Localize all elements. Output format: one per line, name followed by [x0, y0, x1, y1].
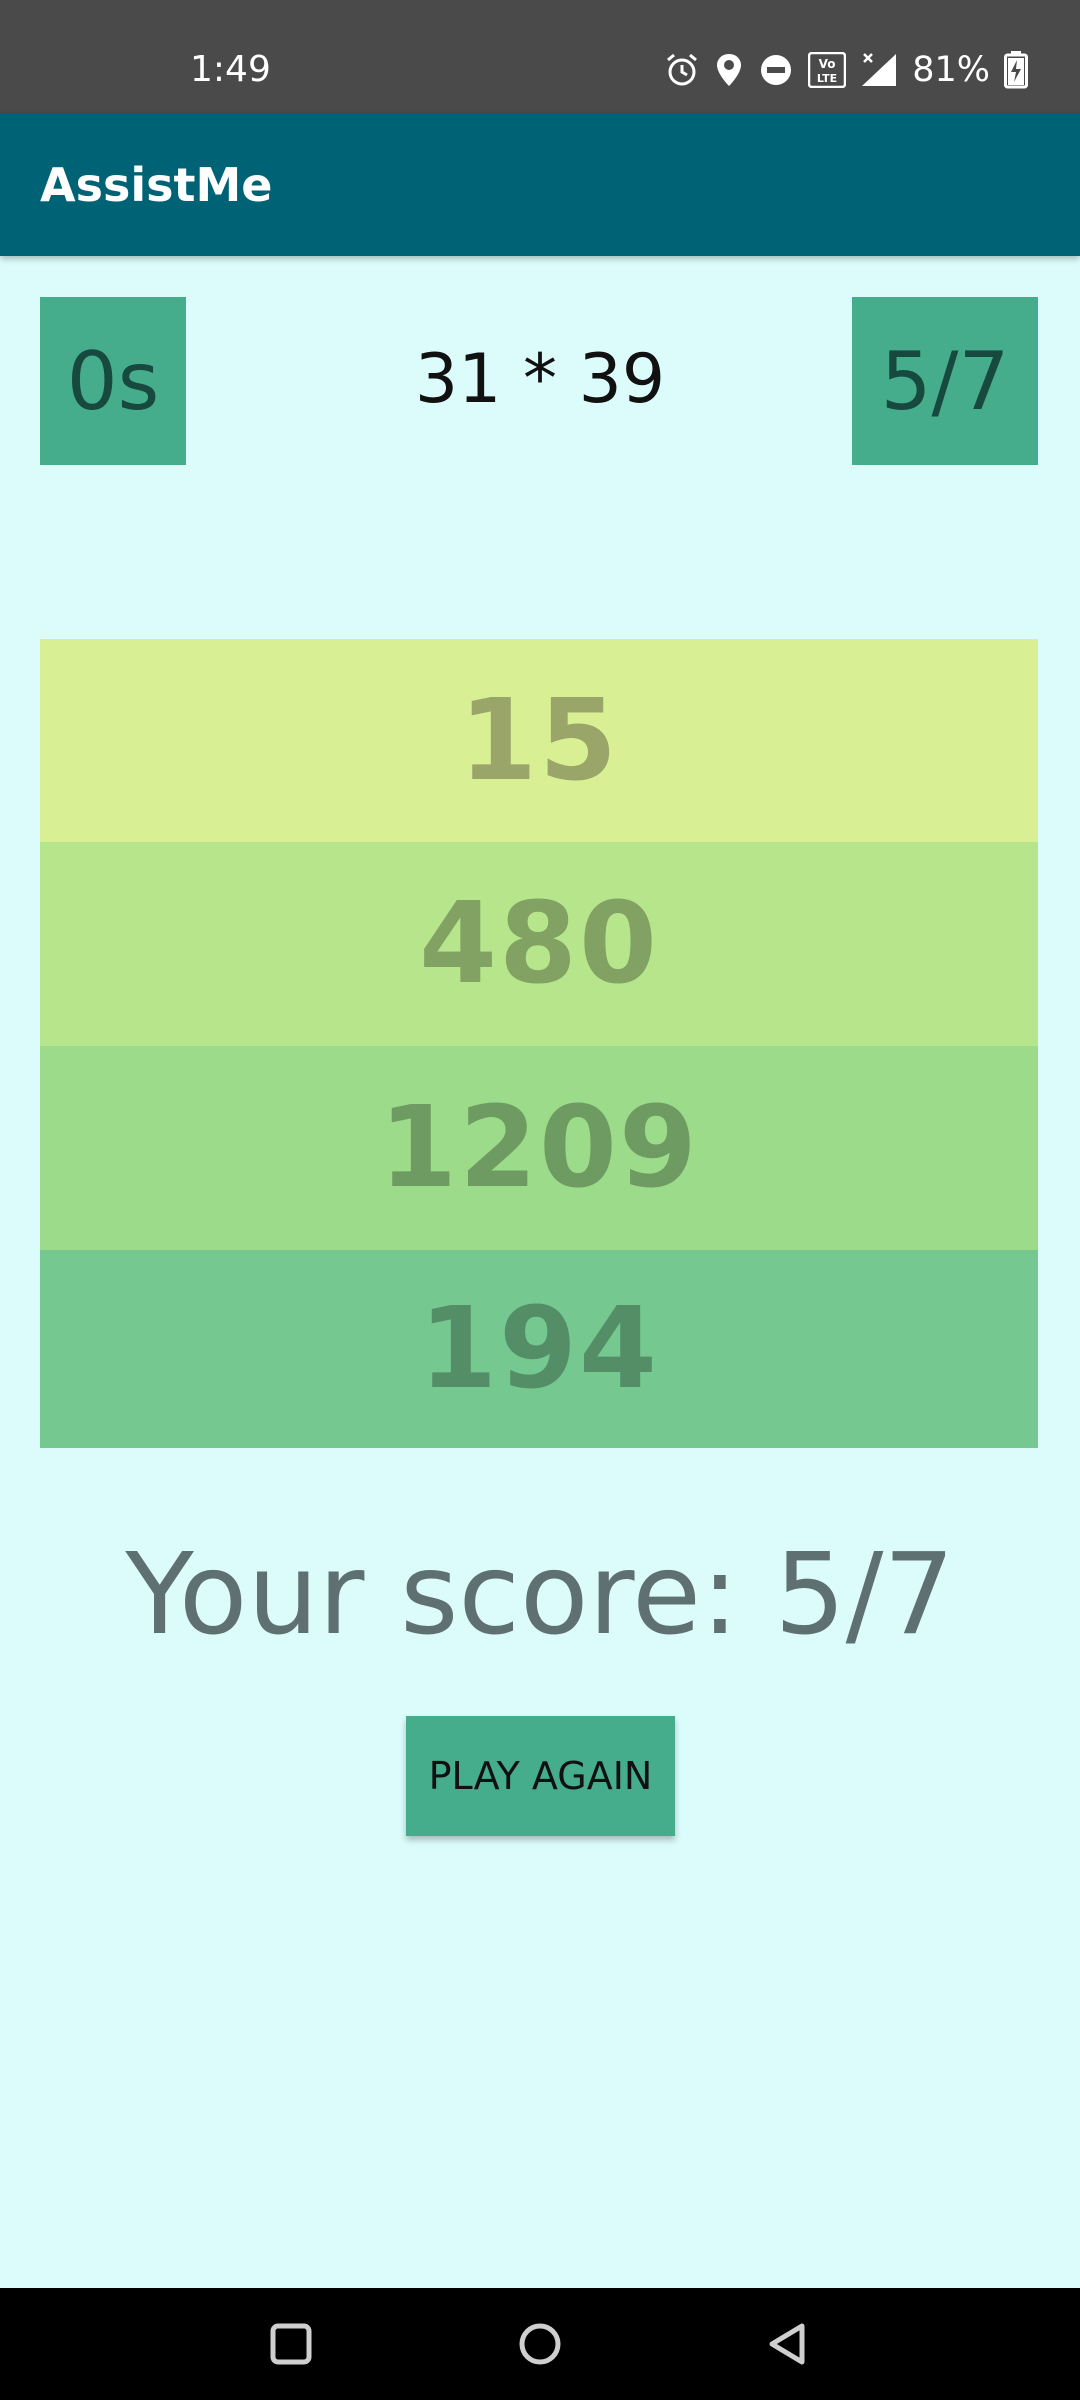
- svg-text:LTE: LTE: [817, 72, 837, 85]
- answer-option-4[interactable]: 194: [40, 1250, 1038, 1448]
- navigation-bar: [0, 2288, 1080, 2400]
- do-not-disturb-icon: [758, 52, 794, 88]
- volte-icon: Vo LTE: [808, 52, 847, 88]
- alarm-icon: [664, 52, 700, 88]
- final-score-text: Your score: 5/7: [125, 1530, 955, 1660]
- app-title: AssistMe: [40, 158, 273, 212]
- location-icon: [714, 52, 744, 88]
- status-bar: 1:49 Vo LTE 81%: [0, 0, 1080, 113]
- status-icons: Vo LTE 81%: [664, 48, 1028, 92]
- home-icon[interactable]: [510, 2314, 570, 2374]
- timer-display: 0s: [40, 297, 186, 465]
- recent-apps-icon[interactable]: [261, 2314, 321, 2374]
- svg-text:Vo: Vo: [819, 57, 836, 71]
- question-text: 31 * 39: [414, 340, 666, 419]
- battery-charging-icon: [1004, 51, 1028, 89]
- back-icon[interactable]: [758, 2314, 818, 2374]
- answer-option-2[interactable]: 480: [40, 842, 1038, 1046]
- answer-option-3[interactable]: 1209: [40, 1046, 1038, 1250]
- battery-percentage: 81%: [912, 50, 990, 90]
- app-bar: AssistMe: [0, 113, 1080, 256]
- answer-option-1[interactable]: 15: [40, 639, 1038, 842]
- signal-icon: [860, 52, 898, 88]
- status-time: 1:49: [190, 49, 271, 90]
- play-again-button[interactable]: PLAY AGAIN: [406, 1716, 675, 1836]
- score-badge: 5/7: [852, 297, 1038, 465]
